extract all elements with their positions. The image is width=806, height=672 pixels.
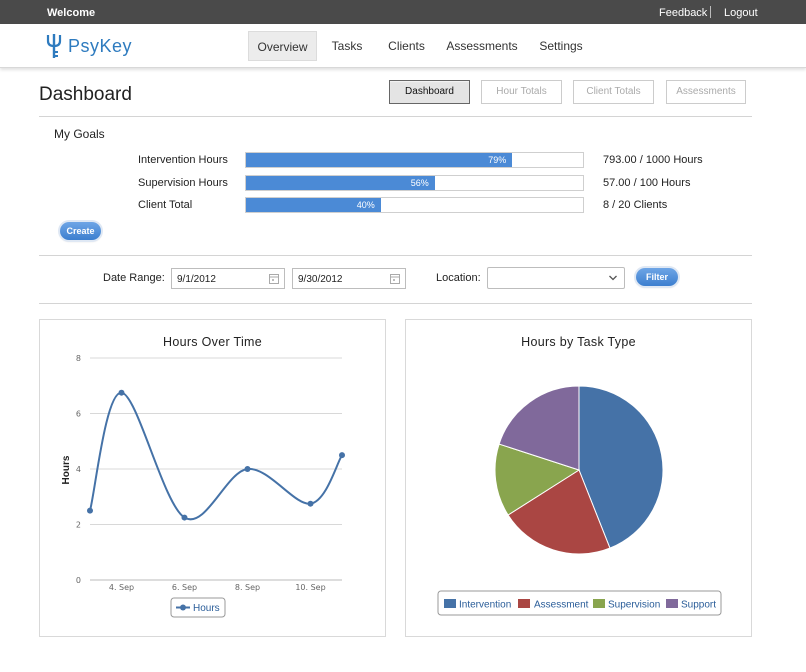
date-range-label: Date Range: (103, 272, 165, 284)
logout-link[interactable]: Logout (724, 7, 758, 19)
divider (39, 116, 752, 117)
goal-progress-fill: 40% (246, 198, 381, 212)
page-title: Dashboard (39, 84, 132, 105)
goal-label: Intervention Hours (138, 154, 228, 166)
chevron-down-icon (609, 275, 617, 281)
divider (39, 303, 752, 304)
legend-label: Hours (193, 603, 220, 614)
line-legend[interactable]: Hours (170, 597, 226, 618)
pie-legend[interactable]: Intervention Assessment Supervision Supp… (437, 590, 722, 616)
start-date-value: 9/1/2012 (177, 274, 216, 285)
end-date-value: 9/30/2012 (298, 274, 343, 285)
hour-totals-view-button[interactable]: Hour Totals (481, 80, 562, 104)
pie-chart-svg: Intervention Assessment Supervision Supp… (437, 385, 722, 616)
divider (39, 255, 752, 256)
nav-settings[interactable]: Settings (530, 31, 592, 61)
dashboard-view-button[interactable]: Dashboard (389, 80, 470, 104)
brand-name: PsyKey (68, 35, 133, 56)
hours-series-line (89, 391, 343, 521)
data-point[interactable] (118, 389, 125, 396)
location-select[interactable] (487, 267, 625, 289)
goal-value: 57.00 / 100 Hours (603, 177, 691, 189)
y-tick-label: 6 (76, 410, 81, 419)
create-goal-button[interactable]: Create (60, 222, 101, 240)
goal-label: Supervision Hours (138, 177, 228, 189)
feedback-link[interactable]: Feedback (659, 7, 707, 19)
nav-clients[interactable]: Clients (379, 31, 434, 61)
nav-tasks[interactable]: Tasks (322, 31, 372, 61)
goal-progress-fill: 56% (246, 176, 435, 190)
data-point[interactable] (181, 514, 188, 521)
legend-label: Assessment (534, 600, 589, 611)
y-tick-label: 4 (76, 465, 81, 474)
y-axis-title: Hours (61, 455, 72, 484)
psykey-logo-icon (46, 34, 62, 58)
calendar-icon[interactable] (269, 273, 279, 284)
logo[interactable]: PsyKey (44, 32, 132, 60)
start-date-field[interactable]: 9/1/2012 (171, 268, 285, 289)
legend-label: Intervention (459, 600, 511, 611)
y-tick-label: 2 (76, 521, 81, 530)
goal-percent: 40% (356, 200, 375, 210)
data-point[interactable] (307, 500, 314, 507)
data-point[interactable] (244, 466, 251, 472)
main-nav: PsyKey Overview Tasks Clients Assessment… (0, 24, 806, 68)
nav-assessments[interactable]: Assessments (441, 31, 523, 61)
legend-label: Support (681, 600, 716, 611)
goal-progress-bar: 79% (245, 152, 584, 168)
welcome-text: Welcome (47, 7, 96, 19)
goal-percent: 56% (410, 178, 429, 188)
hours-by-task-type-chart: Hours by Task Type Intervention Assessme… (405, 319, 752, 637)
goal-progress-fill: 79% (246, 153, 513, 167)
y-tick-label: 8 (76, 354, 81, 363)
goal-progress-bar: 56% (245, 175, 584, 191)
location-label: Location: (436, 272, 481, 284)
calendar-icon[interactable] (390, 273, 400, 284)
topbar-divider (710, 6, 711, 18)
client-totals-view-button[interactable]: Client Totals (573, 80, 654, 104)
line-chart-svg: 0 2 4 6 8 4. Sep 6. Sep 8. Sep 10. Sep H… (61, 354, 345, 618)
filter-button[interactable]: Filter (636, 268, 678, 286)
y-tick-label: 0 (76, 576, 81, 585)
x-tick-label: 8. Sep (235, 583, 260, 592)
nav-overview[interactable]: Overview (248, 31, 317, 61)
x-tick-label: 10. Sep (295, 583, 325, 592)
x-tick-label: 4. Sep (109, 583, 134, 592)
data-point[interactable] (87, 507, 93, 514)
goals-title: My Goals (54, 127, 105, 141)
end-date-field[interactable]: 9/30/2012 (292, 268, 406, 289)
assessments-view-button[interactable]: Assessments (666, 80, 746, 104)
goal-progress-bar: 40% (245, 197, 584, 213)
goal-value: 8 / 20 Clients (603, 199, 668, 211)
hours-over-time-chart: Hours Over Time 0 2 4 6 8 4. Sep 6. Sep … (39, 319, 386, 637)
goal-value: 793.00 / 1000 Hours (603, 154, 703, 166)
data-point[interactable] (339, 452, 345, 459)
x-tick-label: 6. Sep (172, 583, 197, 592)
legend-label: Supervision (608, 600, 660, 611)
goal-label: Client Total (138, 199, 193, 211)
goal-percent: 79% (488, 155, 507, 165)
top-bar: Welcome Feedback Logout (0, 0, 806, 24)
